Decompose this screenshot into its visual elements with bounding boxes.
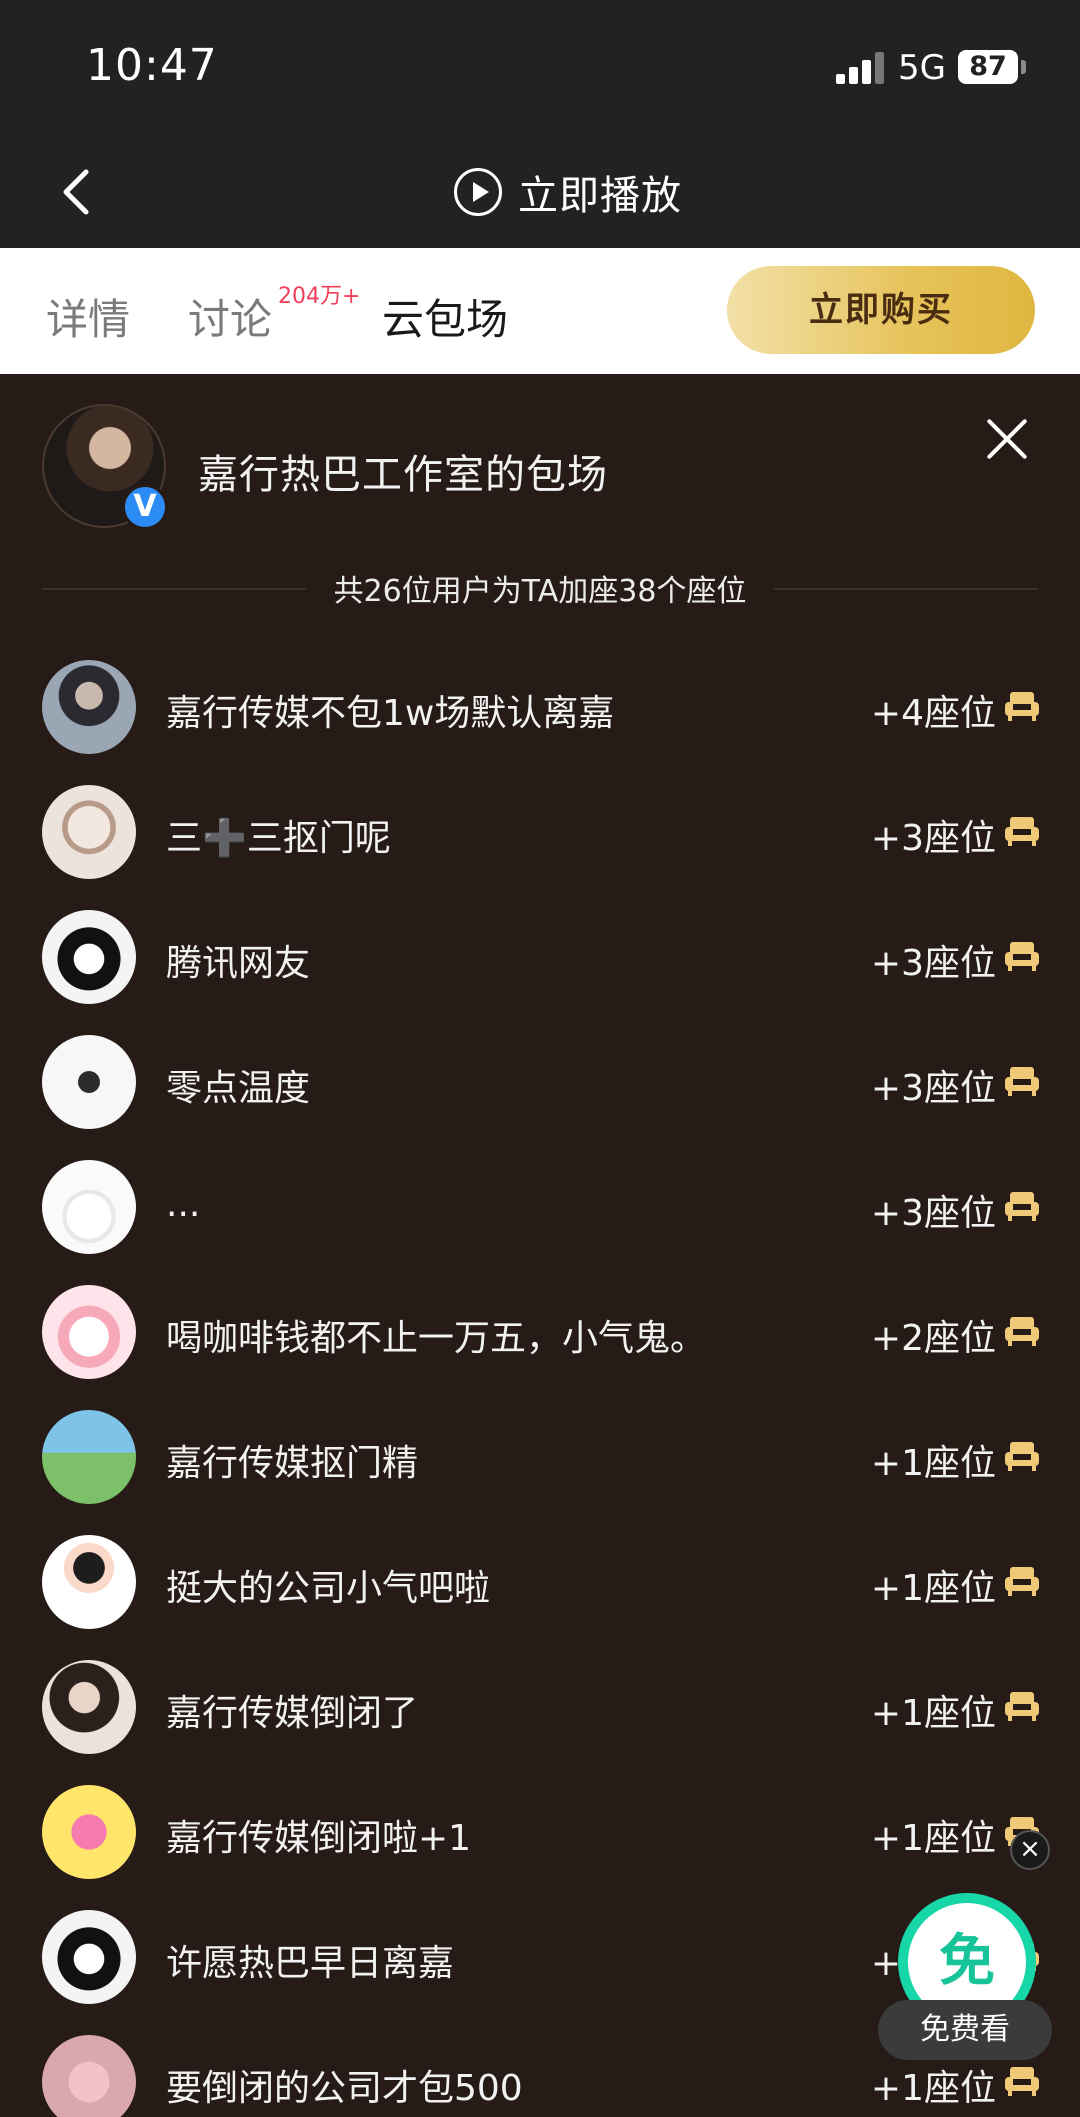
avatar <box>42 660 136 754</box>
seat-count: +1座位 <box>870 2068 996 2109</box>
verified-icon: V <box>122 484 168 530</box>
battery-tip <box>1021 60 1026 74</box>
network-label: 5G <box>898 48 946 88</box>
signal-icon <box>836 52 884 84</box>
status-bar: 10:47 5G 87 <box>0 0 1080 135</box>
user-name: 腾讯网友 <box>166 943 311 984</box>
seat-icon <box>1005 1692 1039 1721</box>
discussion-count-badge: 204万+ <box>278 284 361 309</box>
seat-icon <box>1005 1067 1039 1096</box>
seat-icon <box>1005 692 1039 721</box>
avatar <box>42 1410 136 1504</box>
tab-discussion[interactable]: 讨论 <box>188 286 272 347</box>
status-time: 10:47 <box>86 40 218 91</box>
avatar <box>42 2035 136 2117</box>
seat-icon <box>1005 1567 1039 1596</box>
user-name: 要倒闭的公司才包500 <box>166 2068 523 2109</box>
user-name: 三➕三抠门呢 <box>166 818 391 859</box>
list-item[interactable]: 零点温度 +3座位 <box>0 1021 1080 1146</box>
tab-bar: 详情 讨论 204万+ 云包场 立即购买 <box>0 248 1080 374</box>
float-close-icon[interactable]: × <box>1010 1830 1050 1870</box>
list-item[interactable]: 三➕三抠门呢 +3座位 <box>0 771 1080 896</box>
seat-icon <box>1005 1192 1039 1221</box>
supporter-list: 嘉行传媒不包1w场默认离嘉 +4座位 三➕三抠门呢 +3座位 腾讯网友 +3座位… <box>0 646 1080 2117</box>
avatar <box>42 1535 136 1629</box>
battery-icon: 87 <box>958 50 1018 84</box>
user-name: 嘉行传媒不包1w场默认离嘉 <box>166 693 615 734</box>
list-item[interactable]: 嘉行传媒倒闭啦+1 +1座位 <box>0 1771 1080 1896</box>
host-title: 嘉行热巴工作室的包场 <box>198 452 608 498</box>
seat-icon <box>1005 2067 1039 2096</box>
list-item[interactable]: 嘉行传媒抠门精 +1座位 <box>0 1396 1080 1521</box>
seat-count: +1座位 <box>870 1568 996 1609</box>
seat-count: +1座位 <box>870 1693 996 1734</box>
seat-count: +3座位 <box>870 943 996 984</box>
avatar <box>42 1285 136 1379</box>
seat-count: +3座位 <box>870 1193 996 1234</box>
seat-count: +4座位 <box>870 693 996 734</box>
avatar <box>42 1910 136 2004</box>
list-item[interactable]: 嘉行传媒倒闭了 +1座位 <box>0 1646 1080 1771</box>
free-watch-button[interactable]: 免费看 <box>878 2000 1052 2060</box>
user-name: 挺大的公司小气吧啦 <box>166 1568 491 1609</box>
avatar <box>42 785 136 879</box>
back-arrow-icon[interactable] <box>50 162 110 222</box>
play-now-button[interactable]: 立即播放 <box>454 152 682 232</box>
buy-now-button[interactable]: 立即购买 <box>727 266 1035 354</box>
cloud-screening-panel: V 嘉行热巴工作室的包场 共26位用户为TA加座38个座位 嘉行传媒不包1w场默… <box>0 374 1080 2117</box>
close-icon[interactable] <box>982 414 1032 464</box>
user-name: 嘉行传媒倒闭啦+1 <box>166 1818 472 1859</box>
user-name: 嘉行传媒倒闭了 <box>166 1693 419 1734</box>
user-name: 许愿热巴早日离嘉 <box>166 1943 455 1984</box>
seat-summary-text: 共26位用户为TA加座38个座位 <box>305 574 775 609</box>
list-item[interactable]: 嘉行传媒不包1w场默认离嘉 +4座位 <box>0 646 1080 771</box>
seat-icon <box>1005 1442 1039 1471</box>
avatar <box>42 1160 136 1254</box>
nav-bar: 立即播放 <box>0 135 1080 248</box>
list-item[interactable]: 喝咖啡钱都不止一万五，小气鬼。 +2座位 <box>0 1271 1080 1396</box>
avatar <box>42 910 136 1004</box>
avatar <box>42 1785 136 1879</box>
seat-icon <box>1005 942 1039 971</box>
avatar <box>42 1035 136 1129</box>
seat-count: +1座位 <box>870 1443 996 1484</box>
tab-details[interactable]: 详情 <box>46 286 130 347</box>
seat-count: +3座位 <box>870 818 996 859</box>
seat-count: +1座位 <box>870 1818 996 1859</box>
user-name: 零点温度 <box>166 1068 311 1109</box>
list-item[interactable]: ... +3座位 <box>0 1146 1080 1271</box>
user-name: 喝咖啡钱都不止一万五，小气鬼。 <box>166 1318 707 1359</box>
avatar <box>42 1660 136 1754</box>
seat-count: +2座位 <box>870 1318 996 1359</box>
play-icon <box>454 168 502 216</box>
user-name: ... <box>166 1184 201 1225</box>
seat-icon <box>1005 817 1039 846</box>
tab-cloud-screening[interactable]: 云包场 <box>382 286 508 347</box>
seat-count: +3座位 <box>870 1068 996 1109</box>
seat-summary: 共26位用户为TA加座38个座位 <box>0 566 1080 610</box>
list-item[interactable]: 挺大的公司小气吧啦 +1座位 <box>0 1521 1080 1646</box>
seat-icon <box>1005 1317 1039 1346</box>
play-now-label: 立即播放 <box>518 173 682 219</box>
list-item[interactable]: 腾讯网友 +3座位 <box>0 896 1080 1021</box>
user-name: 嘉行传媒抠门精 <box>166 1443 419 1484</box>
